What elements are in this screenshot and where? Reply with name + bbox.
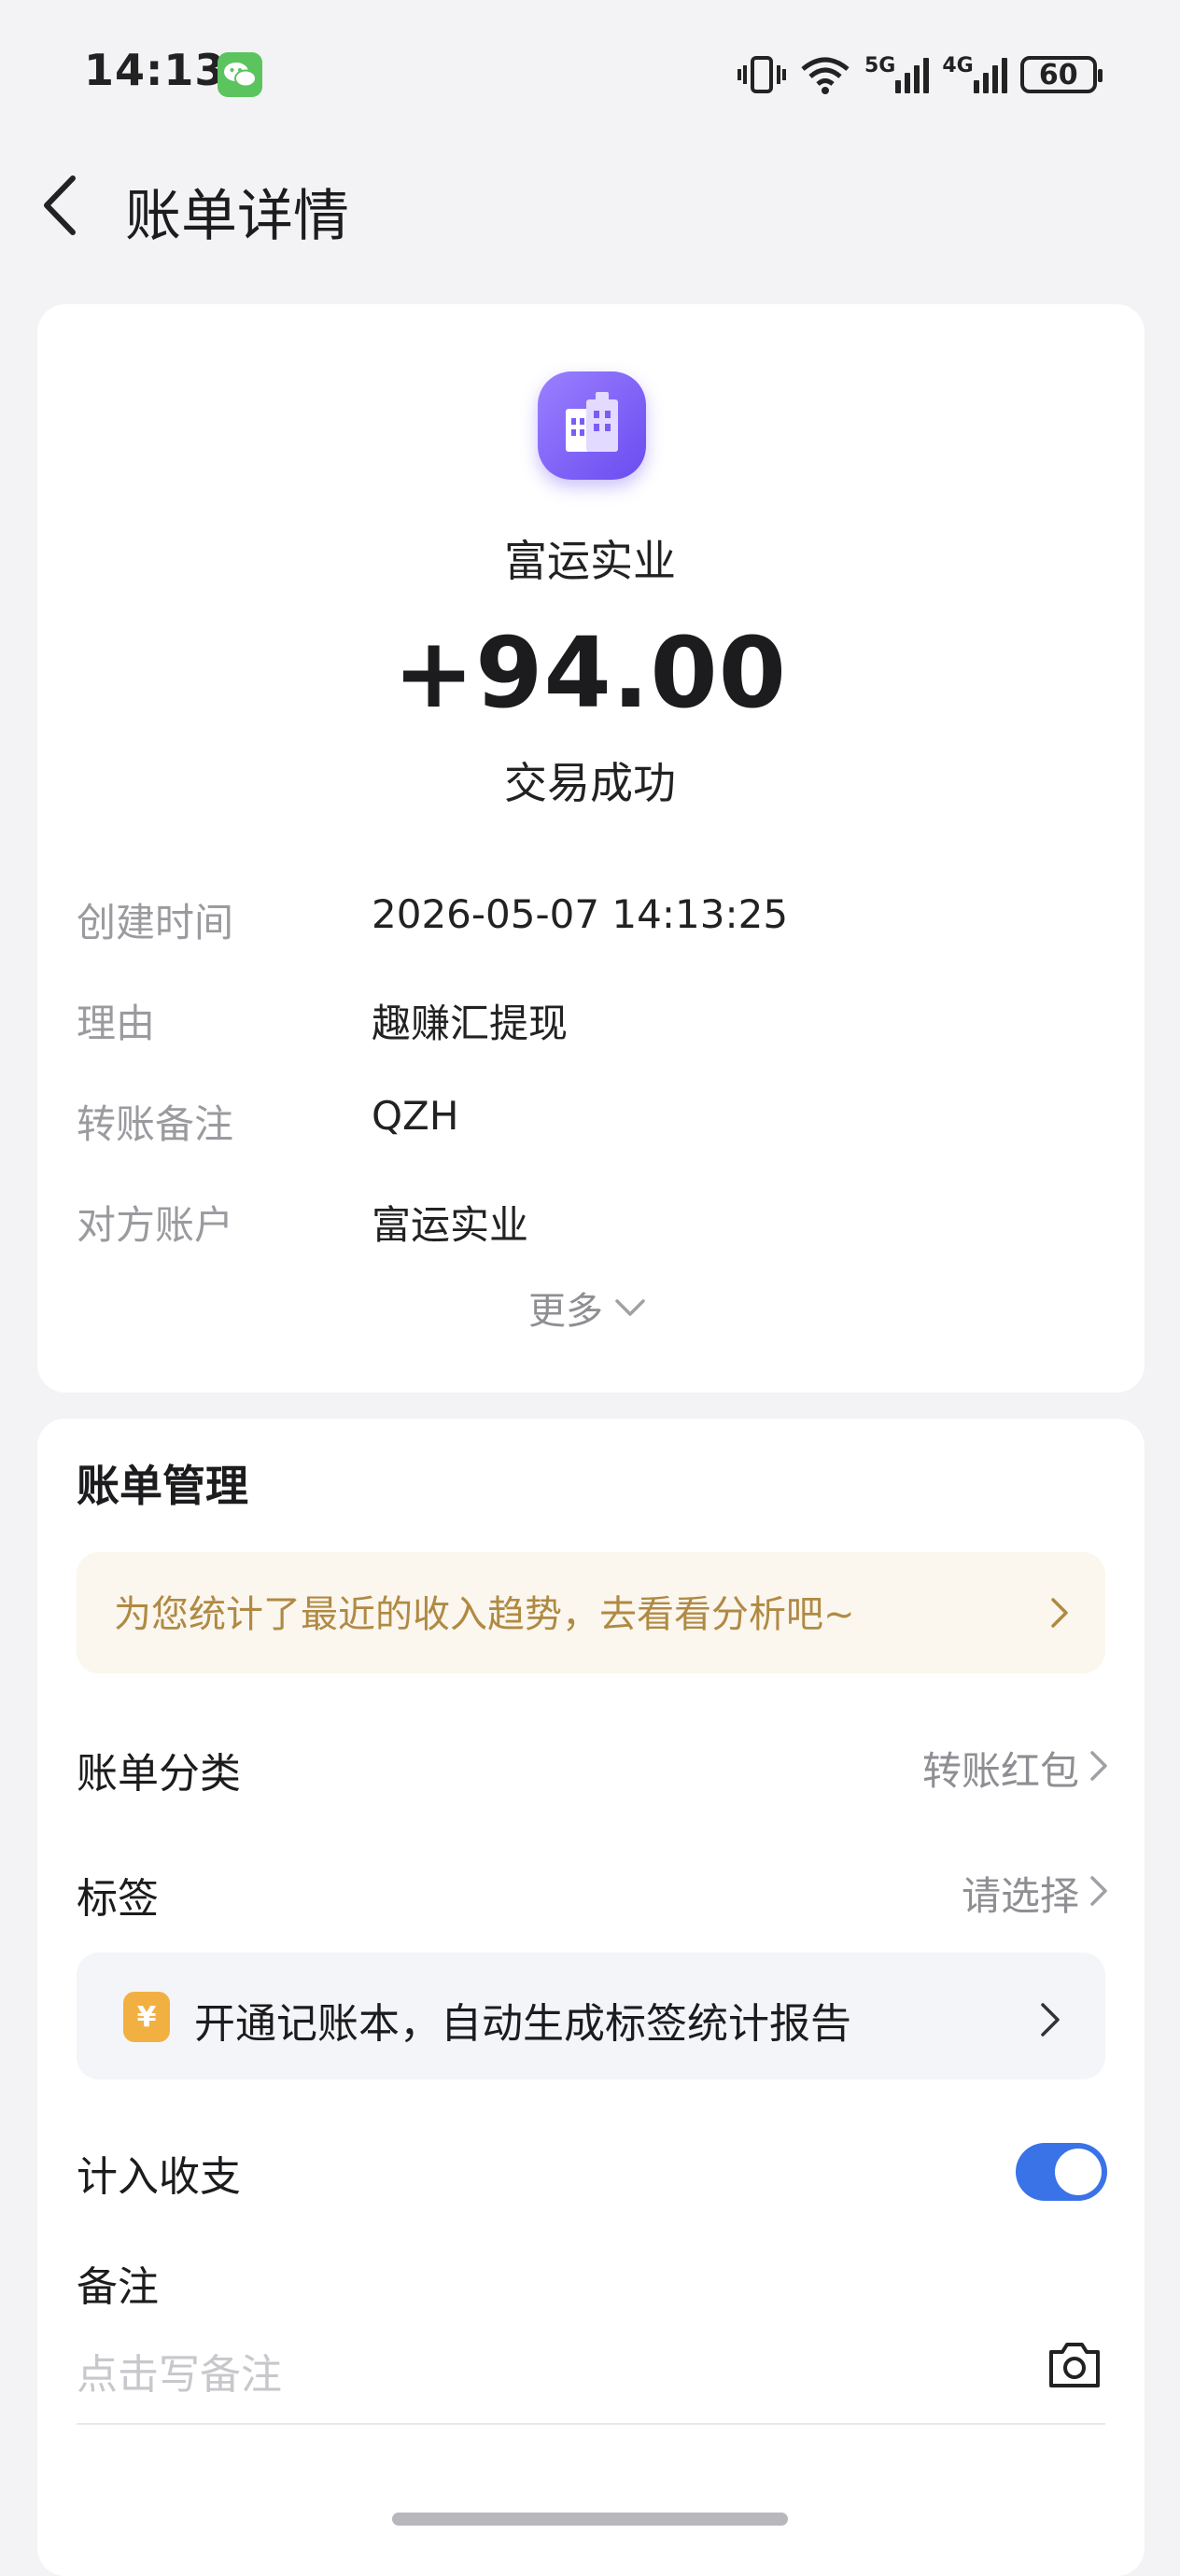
transaction-amount: +94.00 [392, 616, 788, 730]
detail-label-reason: 理由 [77, 1001, 156, 1046]
include-in-stats-toggle[interactable] [1016, 2143, 1107, 2201]
merchant-building-icon [538, 371, 646, 480]
note-input[interactable]: 点击写备注 [77, 2341, 282, 2401]
signal-4g: 4G [942, 54, 1007, 93]
status-time: 14:13 [84, 45, 226, 95]
detail-value-reason: 趣赚汇提现 [372, 1001, 569, 1046]
note-divider [77, 2423, 1105, 2425]
include-in-stats-label: 计入收支 [77, 2153, 241, 2201]
note-label: 备注 [77, 2263, 159, 2311]
section-title-bill-management: 账单管理 [77, 1461, 248, 1511]
coupon-yen-icon: ¥ [123, 1992, 170, 2042]
bill-category-value: 转账红包 [921, 1748, 1079, 1794]
more-button[interactable]: 更多 [528, 1281, 646, 1335]
camera-icon[interactable] [1046, 2339, 1103, 2391]
home-indicator[interactable] [392, 2513, 788, 2526]
page-title: 账单详情 [125, 184, 349, 249]
wifi-icon [801, 57, 850, 94]
detail-label-counterparty: 对方账户 [77, 1202, 234, 1248]
signal-5g: 5G [864, 54, 930, 93]
income-trend-tip-text: 为您统计了最近的收入趋势，去看看分析吧~ [114, 1593, 855, 1636]
detail-value-counterparty: 富运实业 [372, 1202, 529, 1248]
chevron-right-icon [1051, 1598, 1068, 1628]
detail-label-transfer-note: 转账备注 [77, 1101, 234, 1147]
network-4g-label: 4G [942, 54, 974, 77]
battery-level: 60 [1038, 58, 1078, 91]
ledger-promo-text: 开通记账本，自动生成标签统计报告 [194, 2000, 851, 2048]
transaction-status: 交易成功 [504, 758, 676, 808]
chevron-down-icon [615, 1299, 645, 1316]
tag-value: 请选择 [961, 1873, 1079, 1919]
detail-value-transfer-note: QZH [372, 1093, 459, 1139]
chevron-right-icon [1090, 1751, 1107, 1781]
vibrate-icon [738, 56, 786, 93]
wechat-notification-icon [218, 52, 262, 97]
chevron-right-icon [1090, 1876, 1107, 1906]
more-label: 更多 [528, 1290, 603, 1333]
tag-row[interactable]: 请选择 [0, 1865, 1107, 1921]
merchant-name: 富运实业 [504, 536, 676, 586]
network-5g-label: 5G [864, 54, 896, 77]
detail-label-created-time: 创建时间 [77, 900, 234, 945]
chevron-left-icon [44, 175, 76, 235]
chevron-right-icon [1041, 2003, 1060, 2037]
detail-value-created-time: 2026-05-07 14:13:25 [372, 891, 789, 937]
status-icons: 5G 4G 60 [738, 49, 1103, 101]
back-button[interactable] [37, 173, 84, 238]
signal-bars-icon [973, 56, 1007, 93]
signal-bars-icon [895, 56, 930, 93]
bill-category-row[interactable]: 转账红包 [0, 1740, 1107, 1796]
battery-icon: 60 [1019, 56, 1103, 93]
toggle-knob [1055, 2149, 1102, 2195]
